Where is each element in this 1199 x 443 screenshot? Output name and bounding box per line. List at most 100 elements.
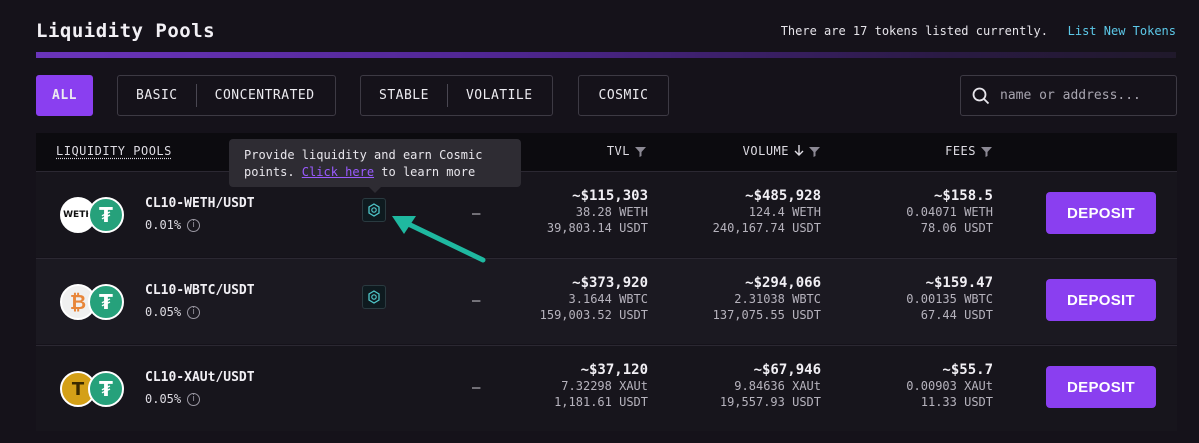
filter-group-type: BASIC CONCENTRATED	[117, 75, 336, 116]
volume-usd: ~$67,946	[753, 362, 821, 378]
filter-group-stability: STABLE VOLATILE	[360, 75, 553, 116]
volume-token-a: 9.84636 XAUt	[734, 379, 821, 393]
fees-cell: ~$159.47 0.00135 WBTC 67.44 USDT	[906, 275, 993, 323]
volume-token-a: 124.4 WETH	[748, 205, 821, 219]
tooltip-line-2: points. Click here to learn more	[244, 164, 506, 181]
tvl-token-a: 38.28 WETH	[575, 205, 648, 219]
filter-basic-button[interactable]: BASIC	[118, 76, 196, 115]
fees-token-b: 11.33 USDT	[920, 395, 993, 409]
deposit-button[interactable]: DEPOSIT	[1046, 279, 1156, 321]
cosmic-points-icon[interactable]	[362, 285, 386, 309]
tvl-token-b: 39,803.14 USDT	[546, 221, 648, 235]
filter-all-button[interactable]: ALL	[36, 75, 93, 116]
info-icon[interactable]: i	[187, 392, 201, 406]
pools-table: LIQUIDITY POOLS TVL VOLUME FEES WETH ₮ C…	[36, 133, 1177, 443]
tooltip-text: to learn more	[374, 165, 476, 179]
tvl-cell: ~$37,120 7.32298 XAUt 1,181.61 USDT	[554, 362, 648, 410]
fees-cell: ~$55.7 0.00903 XAUt 11.33 USDT	[906, 362, 993, 410]
fees-usd: ~$55.7	[942, 362, 993, 378]
pair-name[interactable]: CL10-WBTC/USDT	[145, 283, 255, 298]
tvl-usd: ~$373,920	[572, 275, 648, 291]
pair-icons: ₿ ₮	[58, 284, 130, 320]
volume-cell: ~$294,066 2.31038 WBTC 137,075.55 USDT	[713, 275, 821, 323]
title-underline	[36, 52, 1176, 58]
fees-token-a: 0.00903 XAUt	[906, 379, 993, 393]
tvl-token-a: 3.1644 WBTC	[568, 292, 648, 306]
volume-cell: ~$67,946 9.84636 XAUt 19,557.93 USDT	[720, 362, 821, 410]
cosmic-tooltip: Provide liquidity and earn Cosmic points…	[229, 139, 521, 193]
sort-down-icon[interactable]	[794, 145, 804, 157]
deposit-button[interactable]: DEPOSIT	[1046, 366, 1156, 408]
info-icon[interactable]: i	[187, 305, 201, 319]
pair-fee: 0.05% i	[145, 305, 201, 319]
header-pools[interactable]: LIQUIDITY POOLS	[56, 144, 172, 158]
pair-fee: 0.05% i	[145, 392, 201, 406]
table-header: LIQUIDITY POOLS TVL VOLUME FEES	[36, 133, 1177, 171]
header-fees-label: FEES	[945, 144, 976, 158]
tooltip-line-1: Provide liquidity and earn Cosmic	[244, 148, 483, 162]
pair-icons: WETH ₮	[58, 197, 130, 233]
table-row: T ₮ CL10-XAUt/USDT 0.05% i — ~$37,120 7.…	[36, 345, 1177, 431]
empty-value: —	[472, 293, 481, 309]
header-volume-label: VOLUME	[742, 144, 789, 158]
fee-value: 0.05%	[145, 392, 182, 406]
filter-stable-button[interactable]: STABLE	[361, 76, 447, 115]
filter-volatile-button[interactable]: VOLATILE	[448, 76, 551, 115]
fee-value: 0.01%	[145, 218, 182, 232]
tvl-cell: ~$115,303 38.28 WETH 39,803.14 USDT	[547, 188, 648, 236]
pair-name[interactable]: CL10-WETH/USDT	[145, 196, 255, 211]
tvl-token-a: 7.32298 XAUt	[561, 379, 648, 393]
search-input[interactable]	[1000, 88, 1170, 103]
header-volume[interactable]: VOLUME	[743, 144, 820, 158]
filter-cosmic-button[interactable]: COSMIC	[578, 75, 669, 116]
header-tvl-label: TVL	[606, 144, 630, 158]
table-row: ₿ ₮ CL10-WBTC/USDT 0.05% i — ~$373,920 3…	[36, 258, 1177, 344]
fees-usd: ~$158.5	[933, 188, 993, 204]
tvl-token-b: 159,003.52 USDT	[539, 308, 648, 322]
fees-token-b: 67.44 USDT	[920, 308, 993, 322]
search-icon	[972, 87, 990, 104]
filter-icon[interactable]	[635, 146, 646, 157]
header-fees[interactable]: FEES	[945, 144, 992, 158]
volume-cell: ~$485,928 124.4 WETH 240,167.74 USDT	[713, 188, 821, 236]
tvl-cell: ~$373,920 3.1644 WBTC 159,003.52 USDT	[540, 275, 648, 323]
deposit-button[interactable]: DEPOSIT	[1046, 192, 1156, 234]
filter-concentrated-button[interactable]: CONCENTRATED	[197, 76, 333, 115]
tvl-usd: ~$37,120	[580, 362, 648, 378]
filter-icon[interactable]	[809, 146, 820, 157]
volume-token-a: 2.31038 WBTC	[734, 292, 821, 306]
table-row: WETH ₮ CL10-WETH/USDT 0.01% i — ~$115,30…	[36, 171, 1177, 257]
empty-value: —	[472, 380, 481, 396]
pair-name[interactable]: CL10-XAUt/USDT	[145, 370, 255, 385]
pair-fee: 0.01% i	[145, 218, 201, 232]
tooltip-learn-more-link[interactable]: Click here	[302, 165, 374, 179]
tvl-token-b: 1,181.61 USDT	[554, 395, 648, 409]
page-title: Liquidity Pools	[36, 20, 216, 42]
volume-usd: ~$485,928	[745, 188, 821, 204]
tokens-listed-text: There are 17 tokens listed currently.	[780, 24, 1048, 38]
usdt-token-icon: ₮	[88, 371, 124, 407]
volume-token-b: 240,167.74 USDT	[712, 221, 821, 235]
volume-token-b: 137,075.55 USDT	[712, 308, 821, 322]
fees-token-a: 0.00135 WBTC	[906, 292, 993, 306]
filter-bar: ALL BASIC CONCENTRATED STABLE VOLATILE C…	[36, 75, 1177, 116]
tooltip-text: points.	[244, 165, 302, 179]
fees-cell: ~$158.5 0.04071 WETH 78.06 USDT	[906, 188, 993, 236]
usdt-token-icon: ₮	[88, 284, 124, 320]
volume-usd: ~$294,066	[745, 275, 821, 291]
page-header: Liquidity Pools There are 17 tokens list…	[36, 18, 1176, 58]
header-tvl[interactable]: TVL	[607, 144, 646, 158]
fees-token-b: 78.06 USDT	[920, 221, 993, 235]
list-new-tokens-link[interactable]: List New Tokens	[1068, 24, 1176, 38]
fees-token-a: 0.04071 WETH	[906, 205, 993, 219]
search-box	[960, 75, 1177, 116]
volume-token-b: 19,557.93 USDT	[719, 395, 821, 409]
info-icon[interactable]: i	[187, 218, 201, 232]
tvl-usd: ~$115,303	[572, 188, 648, 204]
fee-value: 0.05%	[145, 305, 182, 319]
fees-usd: ~$159.47	[925, 275, 993, 291]
filter-icon[interactable]	[981, 146, 992, 157]
cosmic-points-icon[interactable]	[362, 198, 386, 222]
usdt-token-icon: ₮	[88, 197, 124, 233]
annotation-arrow-icon	[392, 216, 486, 263]
